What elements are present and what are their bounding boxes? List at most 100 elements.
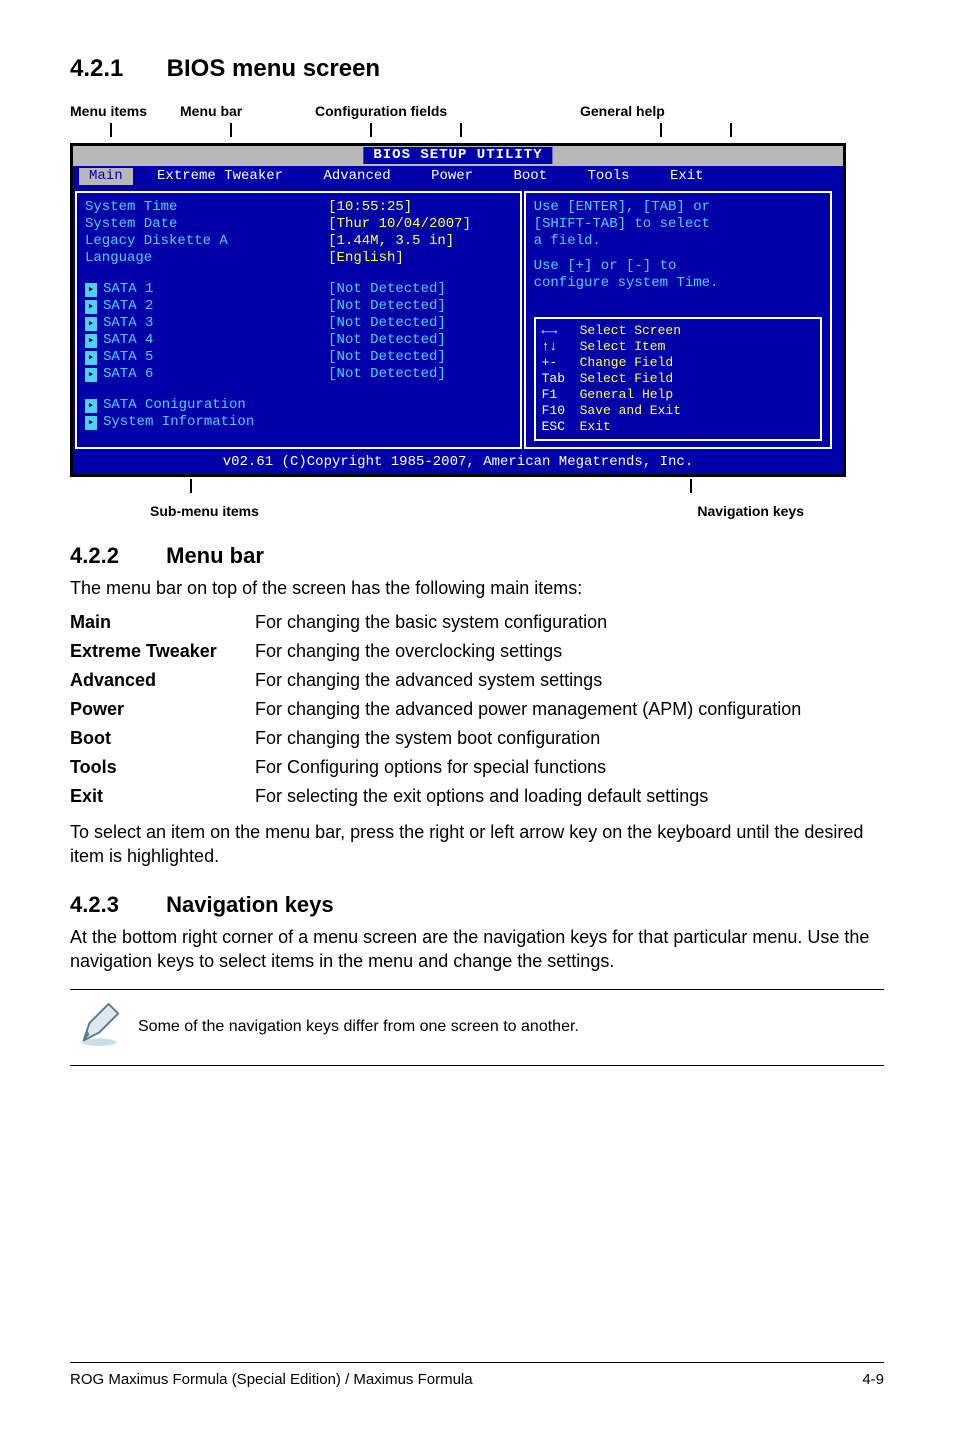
help-line: a field.	[534, 233, 822, 250]
field-value[interactable]: [Thur 10/04/2007]	[328, 216, 511, 233]
field-label: Language	[85, 250, 328, 267]
navkey-desc: Select Screen	[580, 323, 681, 338]
field-label: SATA Coniguration	[85, 397, 328, 414]
def-label: Extreme Tweaker	[70, 637, 255, 666]
callout-ticks-top	[70, 123, 884, 143]
navkey-key: +-	[542, 355, 580, 371]
navkey-desc: Exit	[580, 419, 611, 434]
footer-product: ROG Maximus Formula (Special Edition) / …	[70, 1371, 473, 1388]
bios-submenu-sata6[interactable]: SATA 6 [Not Detected]	[85, 366, 512, 383]
field-label: System Date	[85, 216, 328, 233]
help-line: Use [+] or [-] to	[534, 258, 822, 275]
bios-menu-main[interactable]: Main	[79, 168, 133, 185]
def-row-boot: Boot For changing the system boot config…	[70, 724, 801, 753]
def-desc: For changing the basic system configurat…	[255, 608, 801, 637]
navkey-key: F10	[542, 403, 580, 419]
navigation-keys-body: At the bottom right corner of a menu scr…	[70, 926, 884, 973]
bios-menu-bar[interactable]: Main Extreme Tweaker Advanced Power Boot…	[73, 166, 843, 189]
bios-menu-tools[interactable]: Tools	[572, 168, 646, 185]
navkey-desc: Change Field	[580, 355, 674, 370]
callout-navigation-keys: Navigation keys	[697, 503, 804, 519]
field-label: SATA 1	[85, 281, 328, 298]
menu-bar-definitions: Main For changing the basic system confi…	[70, 608, 801, 811]
navkey-desc: Select Field	[580, 371, 674, 386]
heading-title: BIOS menu screen	[167, 55, 380, 82]
field-value[interactable]: [10:55:25]	[328, 199, 511, 216]
field-value: [Not Detected]	[328, 332, 511, 349]
bios-submenu-sata1[interactable]: SATA 1 [Not Detected]	[85, 281, 512, 298]
bios-field-legacy-diskette[interactable]: Legacy Diskette A [1.44M, 3.5 in]	[85, 233, 512, 250]
def-label: Power	[70, 695, 255, 724]
bios-menu-extreme[interactable]: Extreme Tweaker	[141, 168, 299, 185]
navkey-desc: Select Item	[580, 339, 666, 354]
bios-left-panel: System Time [10:55:25] System Date [Thur…	[75, 191, 522, 449]
bios-help-panel: Use [ENTER], [TAB] or [SHIFT-TAB] to sel…	[524, 191, 832, 449]
bios-field-system-date[interactable]: System Date [Thur 10/04/2007]	[85, 216, 512, 233]
bios-submenu-sata3[interactable]: SATA 3 [Not Detected]	[85, 315, 512, 332]
navkey-key: ESC	[542, 419, 580, 435]
def-label: Advanced	[70, 666, 255, 695]
field-value: [Not Detected]	[328, 366, 511, 383]
bios-menu-power[interactable]: Power	[415, 168, 489, 185]
navkey-desc: General Help	[580, 387, 674, 402]
heading-4-2-2: 4.2.2 Menu bar	[70, 543, 884, 569]
field-value[interactable]: [1.44M, 3.5 in]	[328, 233, 511, 250]
navkey-desc: Save and Exit	[580, 403, 681, 418]
heading-number: 4.2.1	[70, 55, 160, 83]
bios-callout-labels: Menu items Menu bar Configuration fields…	[70, 103, 884, 119]
help-line: configure system Time.	[534, 275, 822, 292]
def-desc: For changing the overclocking settings	[255, 637, 801, 666]
bios-field-system-time[interactable]: System Time [10:55:25]	[85, 199, 512, 216]
navkey-key: ←→	[542, 323, 580, 339]
bios-submenu-sata5[interactable]: SATA 5 [Not Detected]	[85, 349, 512, 366]
callout-menu-bar: Menu bar	[180, 103, 315, 119]
field-label: Legacy Diskette A	[85, 233, 328, 250]
bios-submenu-sata-config[interactable]: SATA Coniguration	[85, 397, 512, 414]
footer-page-number: 4-9	[862, 1371, 884, 1388]
bios-submenu-system-info[interactable]: System Information	[85, 414, 512, 431]
callout-sub-menu-items: Sub-menu items	[150, 503, 259, 519]
help-line: [SHIFT-TAB] to select	[534, 216, 822, 233]
def-label: Main	[70, 608, 255, 637]
bios-submenu-sata4[interactable]: SATA 4 [Not Detected]	[85, 332, 512, 349]
note-text: Some of the navigation keys differ from …	[122, 1018, 579, 1036]
callout-menu-items: Menu items	[70, 103, 180, 119]
bios-screenshot: BIOS SETUP UTILITY Main Extreme Tweaker …	[70, 143, 846, 477]
bios-menu-advanced[interactable]: Advanced	[307, 168, 406, 185]
bios-lower-callouts: Sub-menu items Navigation keys	[70, 503, 884, 519]
heading-number: 4.2.3	[70, 892, 160, 918]
field-label: SATA 5	[85, 349, 328, 366]
bios-menu-boot[interactable]: Boot	[498, 168, 564, 185]
navkey-key: ↑↓	[542, 339, 580, 355]
bios-title-bar: BIOS SETUP UTILITY	[73, 146, 843, 166]
def-label: Boot	[70, 724, 255, 753]
bios-footer: v02.61 (C)Copyright 1985-2007, American …	[73, 451, 843, 474]
bios-nav-keys-box: ←→Select Screen ↑↓Select Item +-Change F…	[534, 317, 822, 441]
bios-menu-exit[interactable]: Exit	[654, 168, 720, 185]
field-value: [Not Detected]	[328, 315, 511, 332]
page-footer: ROG Maximus Formula (Special Edition) / …	[70, 1362, 884, 1388]
heading-4-2-3: 4.2.3 Navigation keys	[70, 892, 884, 918]
callout-ticks-bottom	[70, 477, 884, 497]
field-label: System Time	[85, 199, 328, 216]
def-label: Exit	[70, 782, 255, 811]
bios-title: BIOS SETUP UTILITY	[363, 147, 552, 164]
field-value: [Not Detected]	[328, 298, 511, 315]
menu-bar-outro: To select an item on the menu bar, press…	[70, 821, 884, 868]
heading-number: 4.2.2	[70, 543, 160, 569]
def-label: Tools	[70, 753, 255, 782]
heading-title: Menu bar	[166, 543, 264, 568]
bios-field-language[interactable]: Language [English]	[85, 250, 512, 267]
field-label: SATA 4	[85, 332, 328, 349]
navkey-key: F1	[542, 387, 580, 403]
heading-title: Navigation keys	[166, 892, 334, 917]
field-label: SATA 2	[85, 298, 328, 315]
field-value[interactable]: [English]	[328, 250, 511, 267]
def-desc: For Configuring options for special func…	[255, 753, 801, 782]
help-line: Use [ENTER], [TAB] or	[534, 199, 822, 216]
field-value: [Not Detected]	[328, 349, 511, 366]
navkey-key: Tab	[542, 371, 580, 387]
callout-config-fields: Configuration fields	[315, 103, 580, 119]
bios-submenu-sata2[interactable]: SATA 2 [Not Detected]	[85, 298, 512, 315]
def-desc: For selecting the exit options and loadi…	[255, 782, 801, 811]
